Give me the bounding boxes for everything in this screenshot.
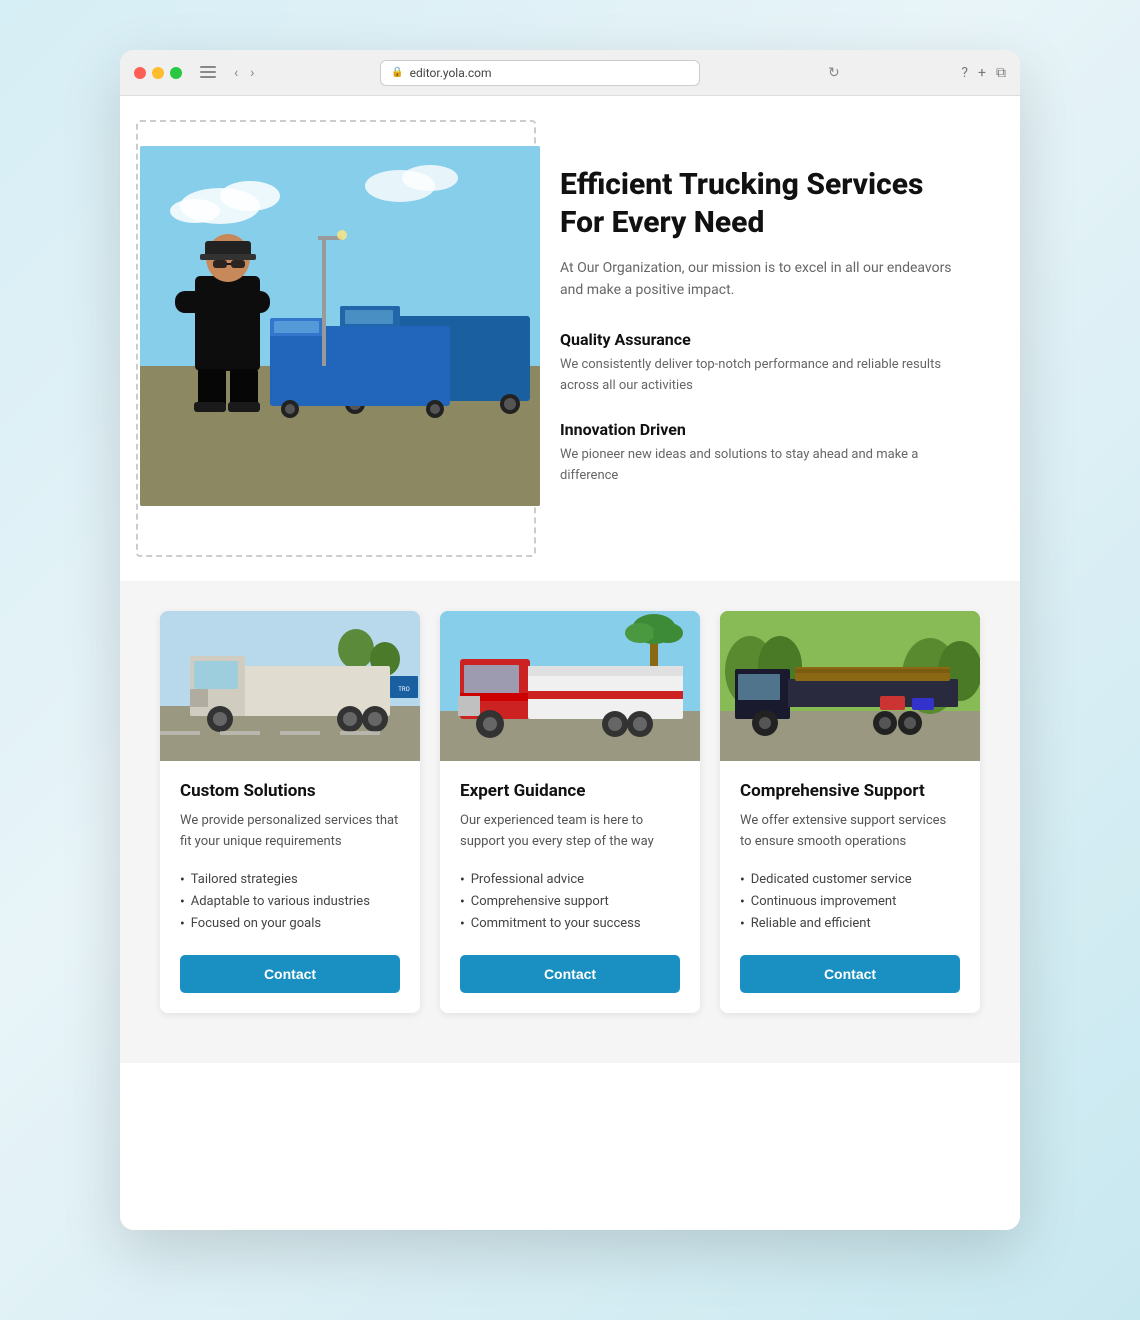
hero-section: Efficient Trucking Services For Every Ne… — [120, 96, 1020, 581]
browser-content: Efficient Trucking Services For Every Ne… — [120, 96, 1020, 1230]
hero-description: At Our Organization, our mission is to e… — [560, 257, 960, 302]
card-body-3: Comprehensive Support We offer extensive… — [720, 761, 980, 1013]
back-arrow[interactable]: ‹ — [230, 63, 242, 83]
list-item: Tailored strategies — [180, 869, 400, 891]
card-description-1: We provide personalized services that fi… — [180, 811, 400, 853]
browser-toolbar: ‹ › 🔒 editor.yola.com ↻ ? + ⧉ — [120, 50, 1020, 96]
card-truck-illustration-1: TRO — [160, 611, 420, 761]
hero-illustration — [140, 146, 540, 506]
contact-button-1[interactable]: Contact — [180, 955, 400, 993]
svg-text:TRO: TRO — [398, 686, 409, 693]
traffic-lights — [134, 67, 182, 79]
contact-button-3[interactable]: Contact — [740, 955, 960, 993]
feature-block-2: Innovation Driven We pioneer new ideas a… — [560, 420, 960, 487]
card-body-2: Expert Guidance Our experienced team is … — [440, 761, 700, 1013]
card-image-1: TRO — [160, 611, 420, 761]
nav-arrows: ‹ › — [230, 63, 258, 83]
add-tab-icon[interactable]: + — [978, 65, 986, 81]
card-title-2: Expert Guidance — [460, 781, 680, 801]
card-description-3: We offer extensive support services to e… — [740, 811, 960, 853]
feature-title-1: Quality Assurance — [560, 330, 960, 349]
minimize-button[interactable] — [152, 67, 164, 79]
extensions-icon[interactable]: ⧉ — [996, 65, 1006, 81]
hero-text: Efficient Trucking Services For Every Ne… — [560, 136, 980, 541]
cards-section: TRO Custom Solutions We provide personal… — [120, 581, 1020, 1063]
contact-button-2[interactable]: Contact — [460, 955, 680, 993]
card-body-1: Custom Solutions We provide personalized… — [160, 761, 420, 1013]
toolbar-actions: ? + ⧉ — [961, 65, 1006, 81]
help-icon[interactable]: ? — [961, 65, 968, 81]
address-bar[interactable]: 🔒 editor.yola.com — [380, 60, 700, 86]
list-item: Dedicated customer service — [740, 869, 960, 891]
hero-title: Efficient Trucking Services For Every Ne… — [560, 166, 960, 241]
hero-image — [140, 146, 540, 506]
feature-description-1: We consistently deliver top-notch perfor… — [560, 355, 960, 397]
browser-window: ‹ › 🔒 editor.yola.com ↻ ? + ⧉ — [120, 50, 1020, 1230]
feature-title-2: Innovation Driven — [560, 420, 960, 439]
list-item: Commitment to your success — [460, 913, 680, 935]
card-comprehensive-support: Comprehensive Support We offer extensive… — [720, 611, 980, 1013]
feature-description-2: We pioneer new ideas and solutions to st… — [560, 445, 960, 487]
maximize-button[interactable] — [170, 67, 182, 79]
website-content: Efficient Trucking Services For Every Ne… — [120, 96, 1020, 1230]
card-description-2: Our experienced team is here to support … — [460, 811, 680, 853]
card-image-3 — [720, 611, 980, 761]
forward-arrow[interactable]: › — [246, 63, 258, 83]
close-button[interactable] — [134, 67, 146, 79]
card-title-1: Custom Solutions — [180, 781, 400, 801]
cards-grid: TRO Custom Solutions We provide personal… — [160, 611, 980, 1013]
card-truck-illustration-3 — [720, 611, 980, 761]
lock-icon: 🔒 — [391, 67, 403, 78]
feature-block-1: Quality Assurance We consistently delive… — [560, 330, 960, 397]
card-image-2 — [440, 611, 700, 761]
hero-image-container — [120, 136, 520, 541]
list-item: Continuous improvement — [740, 891, 960, 913]
card-list-1: Tailored strategies Adaptable to various… — [180, 869, 400, 935]
list-item: Comprehensive support — [460, 891, 680, 913]
url-text: editor.yola.com — [410, 66, 492, 80]
card-expert-guidance: Expert Guidance Our experienced team is … — [440, 611, 700, 1013]
list-item: Professional advice — [460, 869, 680, 891]
list-item: Focused on your goals — [180, 913, 400, 935]
card-list-2: Professional advice Comprehensive suppor… — [460, 869, 680, 935]
sidebar-toggle-icon[interactable] — [200, 66, 216, 80]
list-item: Reliable and efficient — [740, 913, 960, 935]
list-item: Adaptable to various industries — [180, 891, 400, 913]
card-custom-solutions: TRO Custom Solutions We provide personal… — [160, 611, 420, 1013]
refresh-icon[interactable]: ↻ — [828, 65, 840, 81]
card-truck-illustration-2 — [440, 611, 700, 761]
card-title-3: Comprehensive Support — [740, 781, 960, 801]
card-list-3: Dedicated customer service Continuous im… — [740, 869, 960, 935]
